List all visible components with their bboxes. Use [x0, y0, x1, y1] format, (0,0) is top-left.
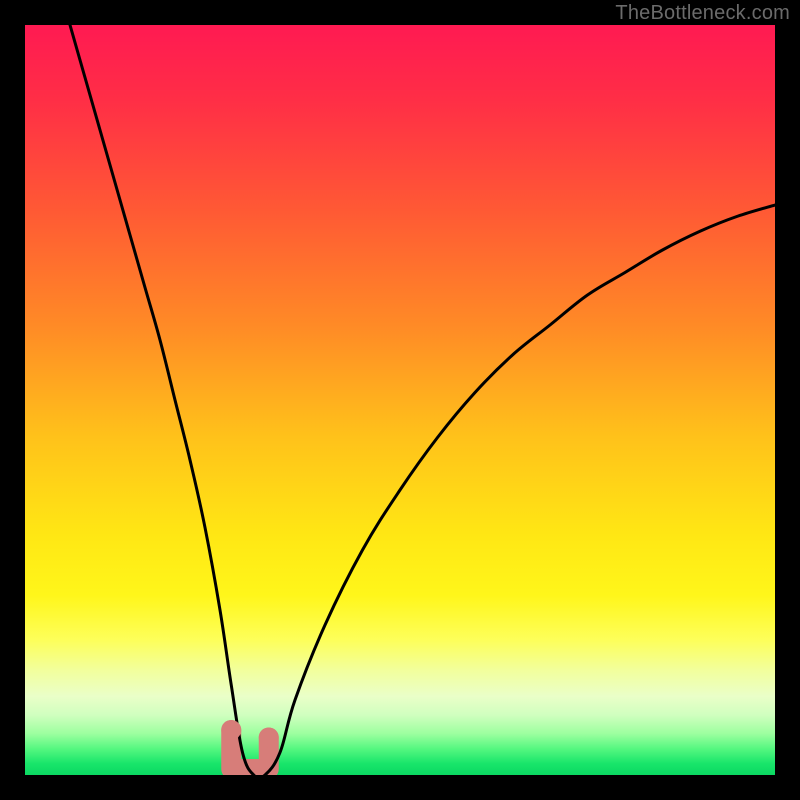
curve-overlay: [25, 25, 775, 775]
highlight-marker-right: [259, 728, 279, 748]
chart-frame: TheBottleneck.com: [0, 0, 800, 800]
plot-area: [25, 25, 775, 775]
highlight-marker-left: [221, 720, 241, 740]
bottleneck-curve: [70, 25, 775, 775]
watermark: TheBottleneck.com: [615, 2, 790, 25]
